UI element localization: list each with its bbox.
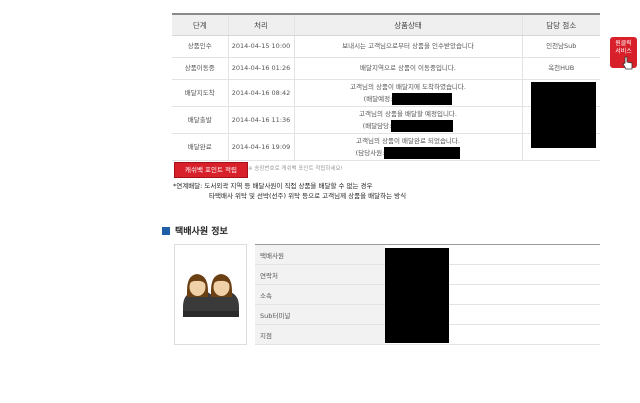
status-sub: (배달예정:: [295, 92, 522, 105]
row-step: 배달출발: [172, 106, 228, 134]
staff-section-title-text: 택배사원 정보: [175, 227, 228, 237]
status-sub: (담당사원:: [295, 146, 522, 159]
row-status: 고객님의 상품이 배달완료 되었습니다. (담당사원:: [293, 133, 522, 161]
one-click-label: 원클릭: [615, 40, 632, 47]
header-step: 단계: [172, 13, 228, 36]
redacted-block: [391, 119, 454, 132]
status-text: 고객님의 상품을 배달할 예정입니다.: [359, 109, 457, 118]
label-contact: 연락처: [255, 264, 385, 285]
note-line: *연계배달: 도서외곽 지역 등 배달사원이 직접 상품을 배달할 수 없는 경…: [173, 182, 373, 190]
status-text: 고객님의 상품이 배달완료 되었습니다.: [356, 136, 460, 145]
cashback-point-button[interactable]: 캐쉬백 포인트 적립: [174, 162, 248, 178]
row-time: 2014-04-16 08:42: [227, 79, 294, 107]
cashback-note: ※ 송장번호로 캐쉬백 포인트 적립하세요!: [248, 166, 343, 172]
table-row: 상품인수 2014-04-15 10:00 보내시는 고객님으로부터 상품을 인…: [172, 35, 600, 58]
status-sub-label: (배달담당:: [362, 121, 392, 130]
row-status: 고객님의 상품이 배달지에 도착하였습니다. (배달예정:: [293, 79, 522, 107]
row-office: 옥천HUB: [521, 57, 600, 80]
redacted-block: [384, 146, 461, 159]
service-label: 서비스: [615, 48, 632, 55]
staff-section-title: 택배사원 정보: [162, 224, 228, 237]
redacted-staff-info-block: [385, 248, 449, 343]
label-branch: 지점: [255, 324, 385, 345]
row-status: 고객님의 상품을 배달할 예정입니다. (배달담당:: [293, 106, 522, 134]
note-line: 타택배사 위탁 및 선박(선주) 위탁 등으로 고객님께 상품을 배달하는 방식: [209, 192, 407, 200]
header-office: 담당 점소: [521, 13, 600, 36]
row-step: 상품인수: [172, 35, 228, 58]
status-sub-label: (배달예정:: [363, 94, 393, 103]
row-step: 배달지도착: [172, 79, 228, 107]
row-time: 2014-04-15 10:00: [227, 35, 294, 58]
label-sub-terminal: Sub터미널: [255, 304, 385, 325]
label-staff: 택배사원: [255, 244, 385, 265]
header-status: 상품상태: [293, 13, 522, 36]
row-status: 보내시는 고객님으로부터 상품을 인수받았습니다: [293, 35, 522, 58]
row-step: 배달완료: [172, 133, 228, 161]
one-click-service-button[interactable]: 원클릭 서비스: [610, 37, 637, 70]
row-office: 인천남Sub: [521, 35, 600, 58]
status-sub: (배달담당:: [295, 119, 522, 132]
row-status: 배달지역으로 상품이 이동중입니다.: [293, 57, 522, 80]
table-row: 상품이동중 2014-04-16 01:26 배달지역으로 상품이 이동중입니다…: [172, 57, 600, 80]
redacted-office-block: [531, 82, 596, 148]
row-time: 2014-04-16 19:09: [227, 133, 294, 161]
pointer-hand-icon: [622, 56, 633, 70]
row-time: 2014-04-16 11:36: [227, 106, 294, 134]
status-sub-label: (담당사원:: [355, 148, 385, 157]
label-affiliation: 소속: [255, 284, 385, 305]
staff-avatar-icon: [183, 274, 239, 317]
tracking-header-row: 단계 처리 상품상태 담당 점소: [172, 13, 600, 36]
section-square-icon: [162, 227, 170, 235]
header-time: 처리: [227, 13, 294, 36]
status-text: 고객님의 상품이 배달지에 도착하였습니다.: [350, 82, 466, 91]
linked-delivery-note: *연계배달: 도서외곽 지역 등 배달사원이 직접 상품을 배달할 수 없는 경…: [173, 181, 406, 201]
row-time: 2014-04-16 01:26: [227, 57, 294, 80]
redacted-block: [392, 92, 453, 105]
staff-photo: [174, 244, 247, 345]
row-step: 상품이동중: [172, 57, 228, 80]
